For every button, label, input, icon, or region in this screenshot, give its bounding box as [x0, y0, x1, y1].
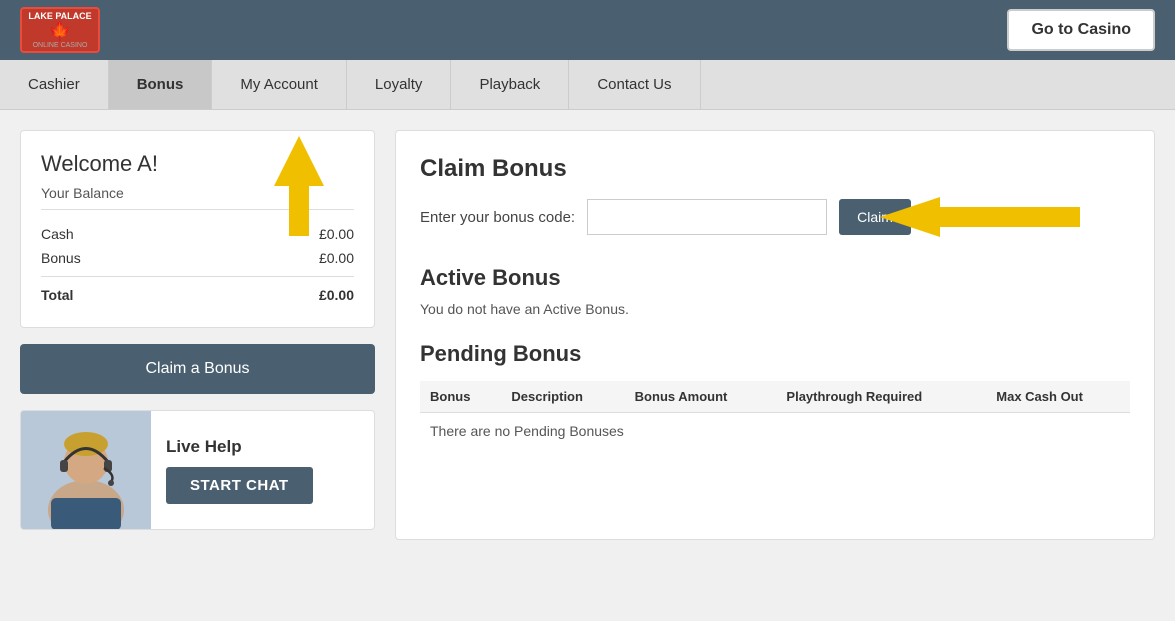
bonus-row: Bonus £0.00 — [41, 246, 354, 270]
claim-row: Enter your bonus code: Claim — [420, 199, 1130, 235]
person-silhouette — [21, 410, 151, 530]
col-bonus: Bonus — [420, 381, 501, 413]
col-playthrough: Playthrough Required — [776, 381, 986, 413]
yellow-arrow-left-annotation — [880, 192, 1080, 242]
main-content: Welcome A! Your Balance Cash £0.00 Bonus… — [0, 110, 1175, 560]
enter-code-label: Enter your bonus code: — [420, 209, 575, 226]
live-help-card: Live Help START CHAT — [20, 410, 375, 530]
nav-playback[interactable]: Playback — [451, 60, 569, 109]
nav-contact-us[interactable]: Contact Us — [569, 60, 700, 109]
table-header-row: Bonus Description Bonus Amount Playthrou… — [420, 381, 1130, 413]
cash-label: Cash — [41, 226, 74, 242]
claim-bonus-title: Claim Bonus — [420, 155, 1130, 183]
live-help-content: Live Help START CHAT — [151, 427, 328, 514]
balance-label: Your Balance — [41, 185, 354, 210]
nav-bonus[interactable]: Bonus — [109, 60, 213, 109]
start-chat-button[interactable]: START CHAT — [166, 467, 313, 504]
logo-text: LAKE PALACE — [28, 11, 91, 22]
no-active-bonus-text: You do not have an Active Bonus. — [420, 301, 1130, 317]
col-max-cash-out: Max Cash Out — [986, 381, 1130, 413]
go-to-casino-button[interactable]: Go to Casino — [1007, 9, 1155, 51]
bonus-label: Bonus — [41, 250, 81, 266]
logo-maple-icon: 🍁 — [49, 21, 71, 42]
nav-loyalty[interactable]: Loyalty — [347, 60, 452, 109]
navigation: Cashier Bonus My Account Loyalty Playbac… — [0, 60, 1175, 110]
logo-area: LAKE PALACE 🍁 ONLINE CASINO — [20, 7, 100, 53]
welcome-card: Welcome A! Your Balance Cash £0.00 Bonus… — [20, 130, 375, 328]
total-label: Total — [41, 287, 73, 303]
header: LAKE PALACE 🍁 ONLINE CASINO Go to Casino — [0, 0, 1175, 60]
pending-bonus-title: Pending Bonus — [420, 341, 1130, 367]
bonus-value: £0.00 — [319, 250, 354, 266]
bonus-code-input[interactable] — [587, 199, 827, 235]
cash-value: £0.00 — [319, 226, 354, 242]
total-row: Total £0.00 — [41, 283, 354, 307]
nav-my-account[interactable]: My Account — [212, 60, 347, 109]
active-bonus-title: Active Bonus — [420, 265, 1130, 291]
logo: LAKE PALACE 🍁 ONLINE CASINO — [20, 7, 100, 53]
pending-bonus-table: Bonus Description Bonus Amount Playthrou… — [420, 381, 1130, 449]
nav-cashier[interactable]: Cashier — [0, 60, 109, 109]
live-help-title: Live Help — [166, 437, 313, 457]
right-panel: Claim Bonus Enter your bonus code: Claim… — [395, 130, 1155, 540]
cash-row: Cash £0.00 — [41, 222, 354, 246]
logo-subtext: ONLINE CASINO — [33, 42, 88, 49]
claim-a-bonus-button[interactable]: Claim a Bonus — [20, 344, 375, 394]
total-value: £0.00 — [319, 287, 354, 303]
col-description: Description — [501, 381, 624, 413]
welcome-title: Welcome A! — [41, 151, 354, 177]
table-row: There are no Pending Bonuses — [420, 413, 1130, 450]
no-pending-text: There are no Pending Bonuses — [420, 413, 1130, 450]
live-help-person-image — [21, 410, 151, 530]
col-bonus-amount: Bonus Amount — [625, 381, 777, 413]
left-panel: Welcome A! Your Balance Cash £0.00 Bonus… — [20, 130, 375, 540]
